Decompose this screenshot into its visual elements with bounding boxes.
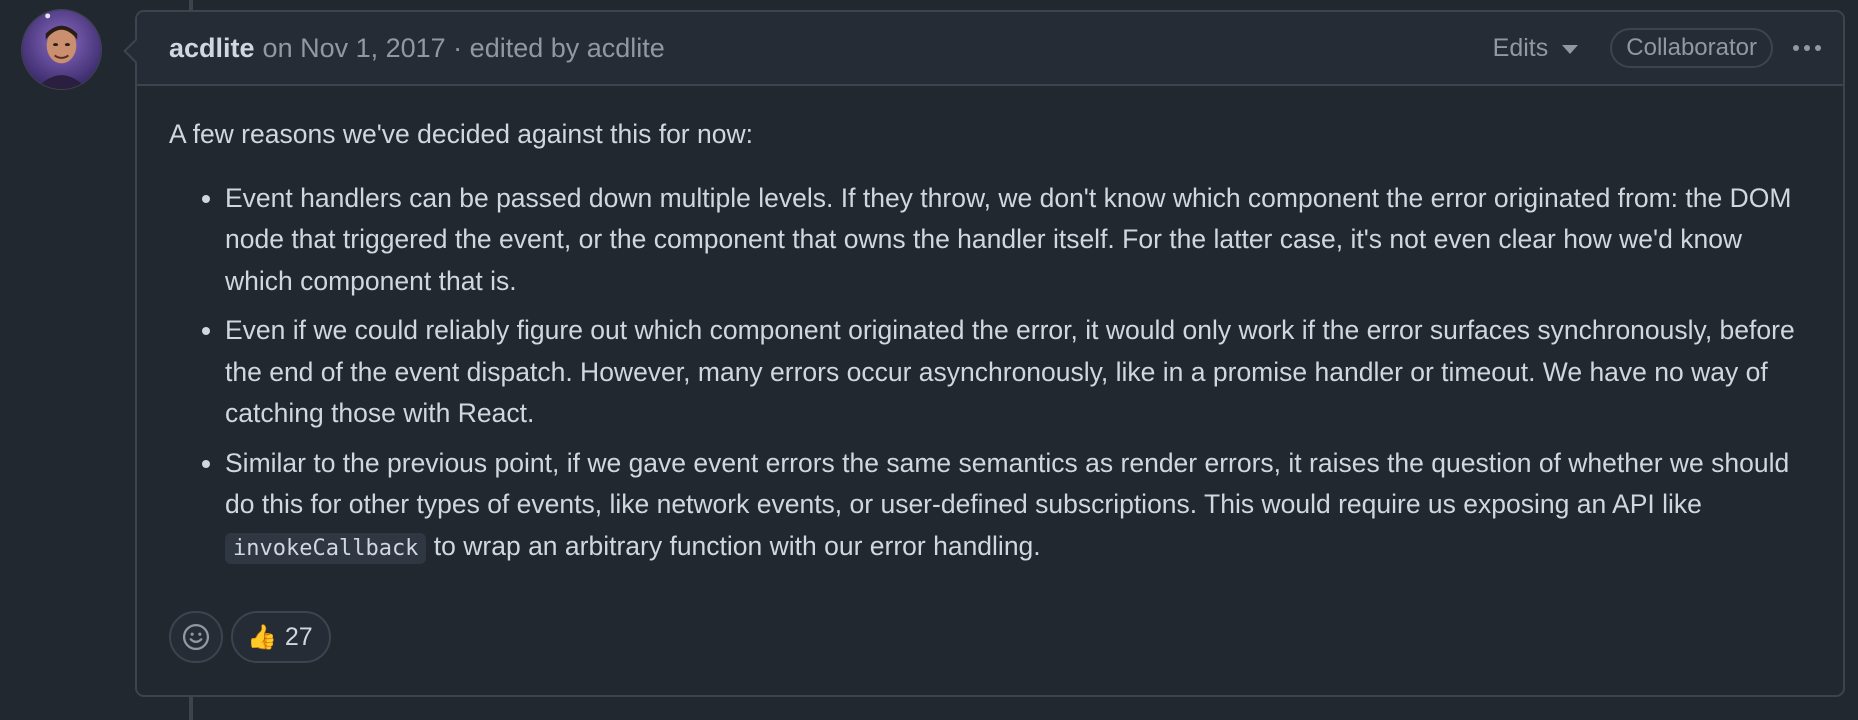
issue-timeline: acdlite on Nov 1, 2017 · edited by acdli… [0,0,1858,720]
add-reaction-button[interactable] [169,611,223,663]
comment-card: acdlite on Nov 1, 2017 · edited by acdli… [135,10,1845,697]
list-item-text: Similar to the previous point, if we gav… [225,447,1790,520]
kebab-horizontal-icon[interactable] [1791,39,1823,57]
list-item: Event handlers can be passed down multip… [225,178,1811,303]
thumbs-up-reaction-button[interactable]: 👍 27 [231,611,331,663]
edits-label: Edits [1492,33,1549,62]
header-actions: Edits Collaborator [1493,28,1823,68]
thumbs-up-icon: 👍 [247,623,277,651]
kebab-dot [1804,45,1810,51]
triangle-down-icon [1562,45,1579,54]
kebab-dot [1793,45,1799,51]
reactions-bar: 👍 27 [169,611,331,663]
reaction-count: 27 [284,622,313,651]
edits-dropdown[interactable]: Edits [1493,34,1579,63]
avatar[interactable] [21,9,102,90]
comment-meta[interactable]: on Nov 1, 2017 · edited by acdlite [263,33,665,64]
list-item: Even if we could reliably figure out whi… [225,310,1811,435]
list-item: Similar to the previous point, if we gav… [225,443,1811,570]
collaborator-badge: Collaborator [1610,28,1773,68]
kebab-dot [1815,45,1821,51]
avatar-image [22,10,101,89]
smiley-icon [182,623,210,651]
comment-intro: A few reasons we've decided against this… [169,119,753,149]
list-item-text: to wrap an arbitrary function with our e… [426,530,1041,561]
author-link[interactable]: acdlite [169,33,255,64]
comment-header: acdlite on Nov 1, 2017 · edited by acdli… [137,12,1843,86]
reasons-list: Event handlers can be passed down multip… [169,178,1811,570]
comment-body: A few reasons we've decided against this… [137,86,1843,569]
inline-code: invokeCallback [225,532,427,564]
